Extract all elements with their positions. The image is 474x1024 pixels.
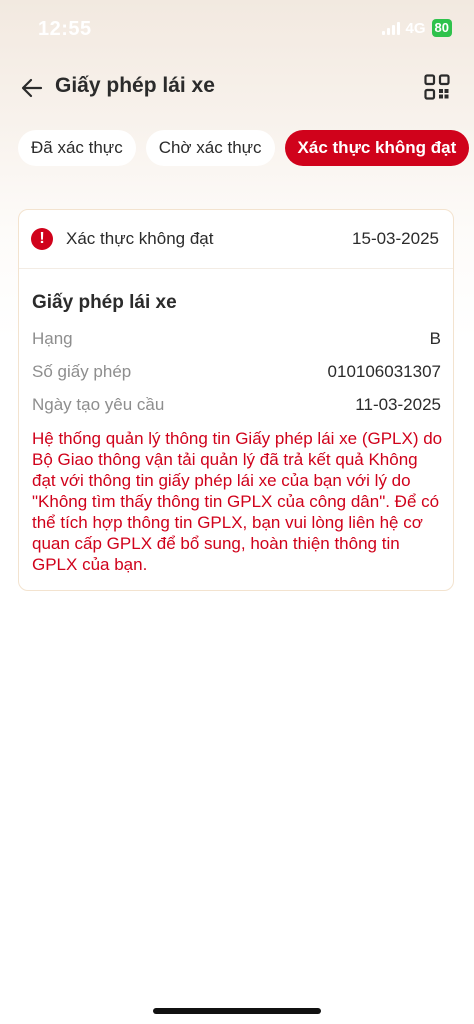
info-row-class: Hạng B xyxy=(32,329,441,351)
info-label: Ngày tạo yêu cầu xyxy=(32,395,165,414)
info-value: B xyxy=(429,329,441,348)
status-tabs: Đã xác thực Chờ xác thực Xác thực không … xyxy=(18,130,470,166)
page-title: Giấy phép lái xe xyxy=(55,74,215,97)
card-status-row: ! Xác thực không đạt 15-03-2025 xyxy=(31,226,439,254)
arrow-left-icon xyxy=(21,78,43,98)
tab-verified[interactable]: Đã xác thực xyxy=(18,130,136,166)
qr-code-icon xyxy=(424,74,450,100)
info-value: 11-03-2025 xyxy=(355,395,441,414)
license-card[interactable]: ! Xác thực không đạt 15-03-2025 Giấy phé… xyxy=(18,209,454,591)
status-label: Xác thực không đạt xyxy=(66,229,214,248)
info-row-license-number: Số giấy phép 010106031307 xyxy=(32,362,441,384)
alert-circle-icon: ! xyxy=(31,228,53,250)
status-indicators: 4G 80 xyxy=(381,19,452,37)
status-time: 12:55 xyxy=(38,18,92,40)
signal-icon xyxy=(381,21,400,35)
tab-pending[interactable]: Chờ xác thực xyxy=(145,130,275,166)
card-title: Giấy phép lái xe xyxy=(32,292,177,313)
card-divider xyxy=(19,268,453,269)
info-row-request-date: Ngày tạo yêu cầu 11-03-2025 xyxy=(32,395,441,417)
tab-failed[interactable]: Xác thực không đạt xyxy=(284,130,470,166)
info-label: Hạng xyxy=(32,329,73,348)
back-button[interactable] xyxy=(18,74,46,102)
info-value: 010106031307 xyxy=(327,362,441,381)
info-label: Số giấy phép xyxy=(32,362,132,381)
network-type: 4G xyxy=(405,19,426,37)
qr-scan-button[interactable] xyxy=(424,74,450,100)
battery-level: 80 xyxy=(434,20,449,35)
battery-icon: 80 xyxy=(431,19,452,37)
failure-reason: Hệ thống quản lý thông tin Giấy phép lái… xyxy=(32,429,443,574)
app-header: Giấy phép lái xe xyxy=(0,68,474,108)
status-bar: 12:55 4G 80 xyxy=(0,0,474,60)
status-date: 15-03-2025 xyxy=(352,229,439,248)
home-indicator[interactable] xyxy=(153,1008,321,1014)
